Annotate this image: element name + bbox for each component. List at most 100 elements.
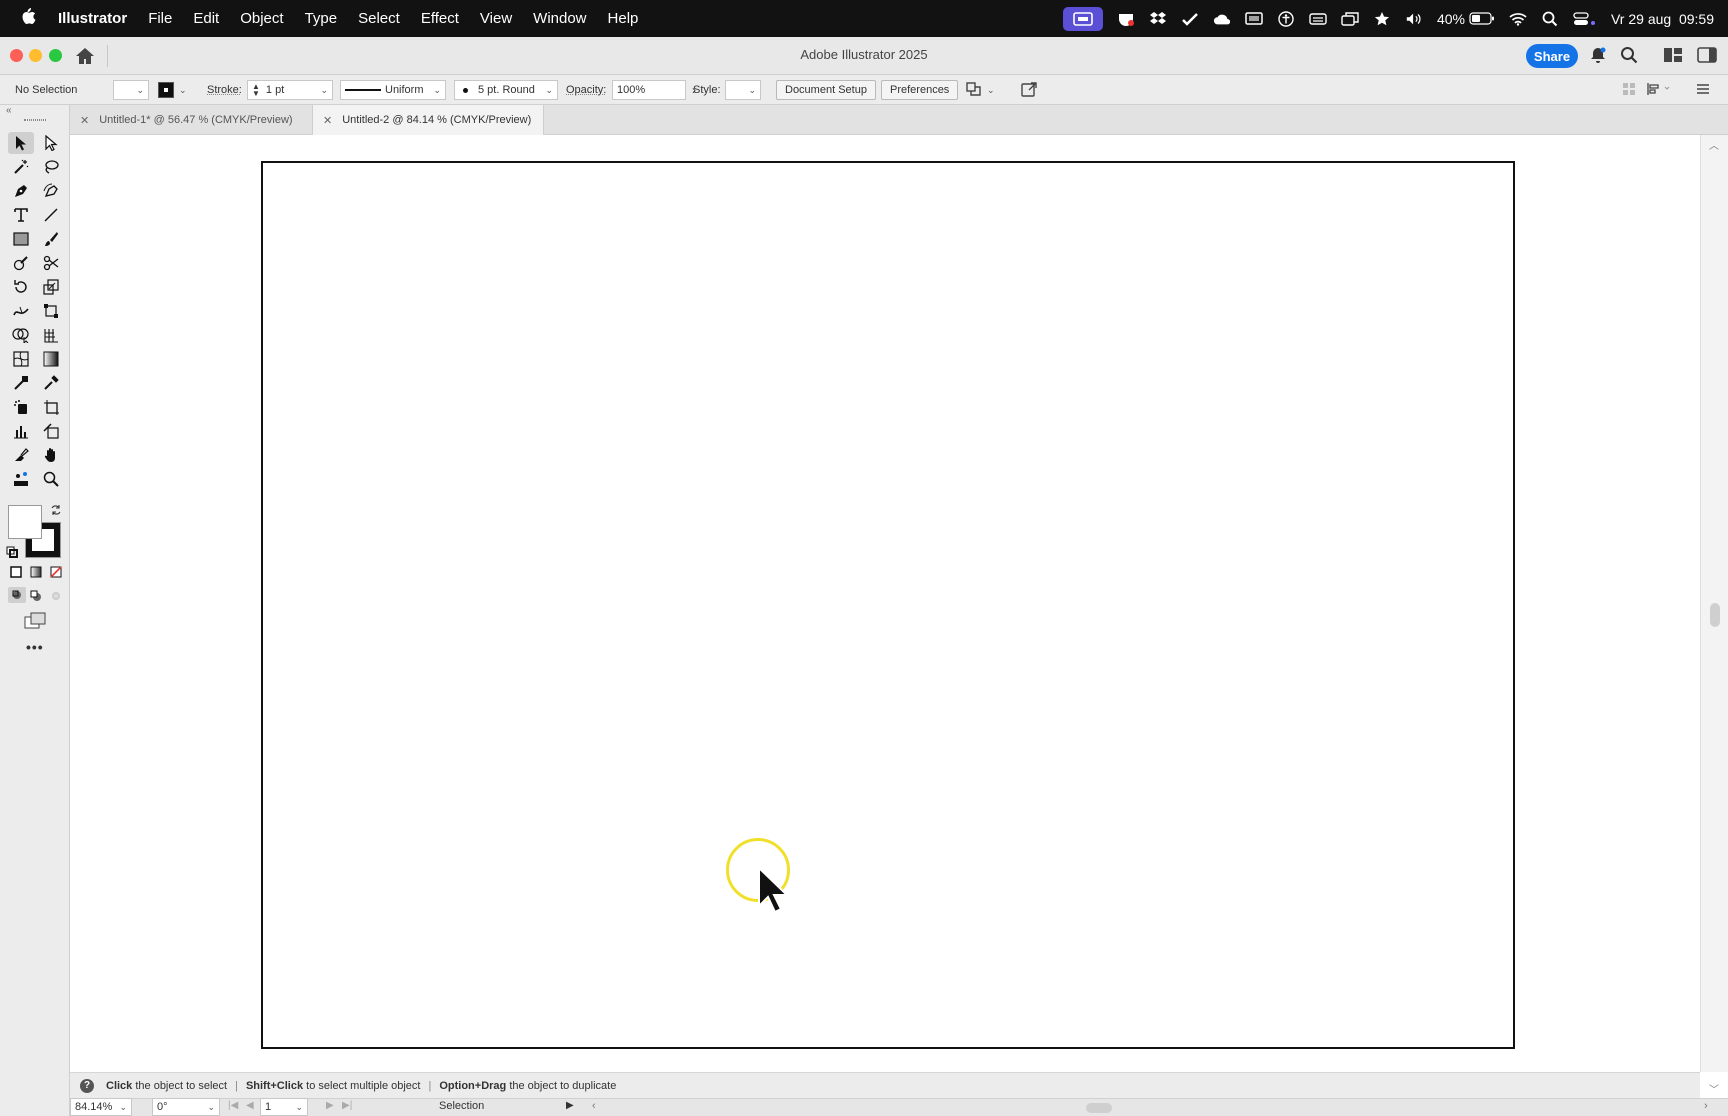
apple-menu-icon[interactable] <box>14 7 42 30</box>
document-setup-button[interactable]: Document Setup <box>776 80 876 100</box>
screen-recording-icon[interactable] <box>1062 6 1103 31</box>
zoom-tool-icon[interactable] <box>38 468 64 490</box>
more-tools-icon[interactable]: ••• <box>26 639 44 655</box>
graphic-style-dropdown[interactable]: ⌄ <box>725 80 761 100</box>
close-tab-icon[interactable]: ✕ <box>323 114 332 127</box>
scroll-up-icon[interactable]: ︿ <box>1709 137 1719 152</box>
scale-tool-icon[interactable] <box>38 276 64 298</box>
status-menu-arrow-icon[interactable]: ▶ <box>566 1100 574 1111</box>
star-icon[interactable] <box>1373 11 1391 27</box>
menu-type[interactable]: Type <box>305 10 338 27</box>
variable-width-profile-dropdown[interactable]: Uniform ⌄ <box>340 80 446 100</box>
volume-icon[interactable] <box>1405 11 1423 27</box>
gradient-mode-icon[interactable] <box>30 565 42 583</box>
chevron-down-icon[interactable]: ⌄ <box>987 85 995 96</box>
collapse-panel-icon[interactable]: « <box>6 105 12 116</box>
brush-definition-dropdown[interactable]: 5 pt. Round ⌄ <box>454 80 558 100</box>
menu-help[interactable]: Help <box>608 10 639 27</box>
artboard[interactable] <box>261 161 1515 1049</box>
opacity-field[interactable]: 100% <box>612 80 686 100</box>
paintbrush-tool-icon[interactable] <box>38 228 64 250</box>
lasso-tool-icon[interactable] <box>38 156 64 178</box>
arrange-documents-icon[interactable] <box>965 81 983 100</box>
checkmark-icon[interactable] <box>1181 11 1199 27</box>
accessibility-icon[interactable] <box>1277 10 1295 27</box>
previous-artboard-icon[interactable]: ◀ <box>246 1100 254 1111</box>
vertical-scrollbar[interactable]: ︿ ﹀ <box>1700 135 1728 1096</box>
puppet-warp-tool-icon[interactable] <box>8 468 34 490</box>
pen-tool-icon[interactable] <box>8 180 34 202</box>
screen-mode-icon[interactable] <box>24 612 46 635</box>
width-tool-icon[interactable] <box>8 300 34 322</box>
last-artboard-icon[interactable]: ▶| <box>342 1100 352 1111</box>
rotate-view-field[interactable]: 0° ⌄ <box>152 1098 220 1116</box>
color-mode-icon[interactable] <box>10 565 22 583</box>
eyedropper-tool-icon[interactable] <box>38 372 64 394</box>
fill-swatch-front[interactable] <box>8 505 42 539</box>
slice-tool-icon[interactable] <box>38 420 64 442</box>
scrollbar-thumb[interactable] <box>1710 603 1720 627</box>
current-tool-name[interactable]: Selection <box>439 1100 484 1112</box>
scroll-left-icon[interactable]: ‹ <box>592 1100 596 1112</box>
selection-tool-icon[interactable] <box>8 132 34 154</box>
rotate-tool-icon[interactable] <box>8 276 34 298</box>
close-tab-icon[interactable]: ✕ <box>80 114 89 127</box>
free-transform-tool-icon[interactable] <box>38 300 64 322</box>
shaper-tool-icon[interactable] <box>8 252 34 274</box>
draw-behind-icon[interactable] <box>30 589 42 607</box>
help-icon[interactable]: ? <box>80 1078 94 1093</box>
scroll-right-icon[interactable]: › <box>1704 1100 1708 1112</box>
mesh-tool-icon[interactable] <box>8 348 34 370</box>
export-icon[interactable] <box>1020 80 1038 101</box>
windows-icon[interactable] <box>1341 11 1359 27</box>
panel-toggle-icon[interactable] <box>1697 47 1717 68</box>
menu-object[interactable]: Object <box>240 10 283 27</box>
menu-file[interactable]: File <box>148 10 172 27</box>
eraser-tool-icon[interactable] <box>8 444 34 466</box>
grid-view-icon[interactable] <box>1622 82 1636 99</box>
stroke-weight-field[interactable]: ▲ ▼ 1 pt ⌄ <box>247 80 333 100</box>
artboard-tool-icon[interactable] <box>38 396 64 418</box>
direct-selection-tool-icon[interactable] <box>38 132 64 154</box>
menu-select[interactable]: Select <box>358 10 400 27</box>
artboard-navigation-field[interactable]: 1 ⌄ <box>260 1098 308 1116</box>
gradient-tool-icon[interactable] <box>38 348 64 370</box>
first-artboard-icon[interactable]: |◀ <box>228 1100 238 1111</box>
control-center-icon[interactable] <box>1573 11 1597 27</box>
blend-tool-icon[interactable] <box>8 372 34 394</box>
none-mode-icon[interactable] <box>50 565 62 583</box>
rectangle-tool-icon[interactable] <box>8 228 34 250</box>
search-icon[interactable] <box>1620 46 1638 69</box>
align-panel-icon[interactable] <box>1646 82 1670 99</box>
panel-grip[interactable] <box>24 119 46 121</box>
menu-app-name[interactable]: Illustrator <box>58 10 127 27</box>
type-tool-icon[interactable] <box>8 204 34 226</box>
swap-fill-stroke-icon[interactable] <box>50 503 62 521</box>
menu-effect[interactable]: Effect <box>421 10 459 27</box>
line-segment-tool-icon[interactable] <box>38 204 64 226</box>
display-icon[interactable] <box>1245 11 1263 27</box>
fill-swatch-dropdown[interactable]: ⌄ <box>113 80 149 100</box>
stroke-stepper-icon[interactable]: ▲ ▼ <box>252 83 260 98</box>
battery-percent[interactable]: 40% <box>1437 11 1465 27</box>
notifications-bell-icon[interactable] <box>1589 46 1607 69</box>
clock-datetime[interactable]: Vr 29 aug 09:59 <box>1611 11 1714 27</box>
draw-normal-icon[interactable] <box>8 587 26 603</box>
perspective-grid-tool-icon[interactable] <box>38 324 64 346</box>
battery-icon[interactable] <box>1469 11 1495 27</box>
symbol-sprayer-tool-icon[interactable] <box>8 396 34 418</box>
keyboard-icon[interactable] <box>1309 11 1327 27</box>
spotlight-search-icon[interactable] <box>1541 11 1559 27</box>
preferences-button[interactable]: Preferences <box>881 80 959 100</box>
document-tab-active[interactable]: ✕ Untitled-2 @ 84.14 % (CMYK/Preview) <box>312 105 544 135</box>
workspace-switcher-icon[interactable] <box>1663 47 1683 68</box>
default-fill-stroke-icon[interactable] <box>6 545 18 563</box>
stroke-swatch-dropdown[interactable]: ⌄ <box>158 82 187 98</box>
share-button[interactable]: Share <box>1526 44 1578 68</box>
shape-builder-tool-icon[interactable] <box>8 324 34 346</box>
magic-wand-tool-icon[interactable] <box>8 156 34 178</box>
menu-edit[interactable]: Edit <box>193 10 219 27</box>
scissors-tool-icon[interactable] <box>38 252 64 274</box>
scrollbar-thumb[interactable] <box>1086 1103 1112 1113</box>
document-tab[interactable]: ✕ Untitled-1* @ 56.47 % (CMYK/Preview) <box>70 105 310 135</box>
